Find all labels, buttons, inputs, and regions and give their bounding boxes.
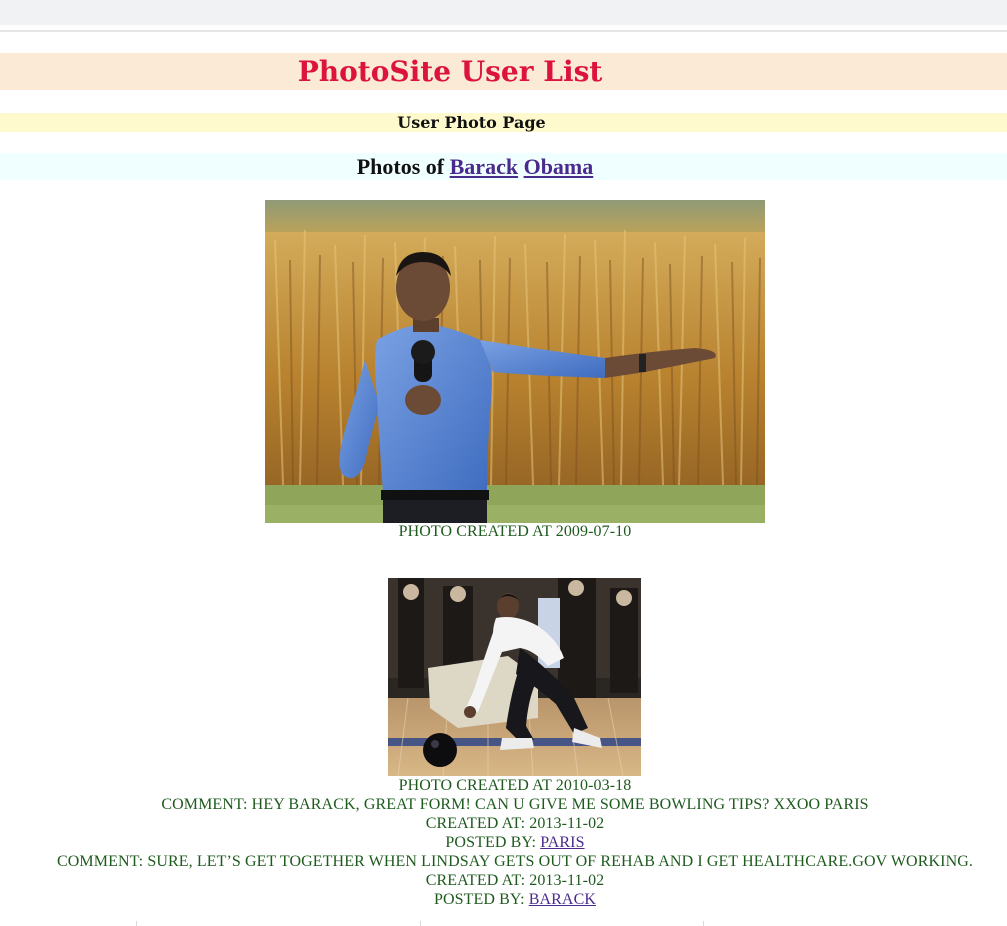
table-edge-marker (136, 921, 137, 926)
site-title-band: PhotoSite User List (0, 53, 1007, 90)
comment-text: Comment: Sure, let’s get together when L… (57, 853, 973, 870)
comment-author-link[interactable]: Paris (540, 834, 584, 851)
site-title: PhotoSite User List (297, 55, 603, 88)
comment-posted-by: Posted by: Barack (0, 890, 1007, 909)
user-photo (388, 578, 641, 776)
photo-created-date: Photo created at 2009-07-10 (398, 523, 632, 540)
page-subtitle: User Photo Page (397, 113, 546, 132)
posted-by-label: Posted by: (433, 891, 525, 908)
table-edge-marker (420, 921, 421, 926)
comment-text: Comment: Hey Barack, great form! Can u g… (161, 796, 869, 813)
comment-posted-by: Posted by: Paris (0, 833, 1007, 852)
browser-toolbar (0, 0, 1007, 25)
comment-created-date: Created at: 2013-11-02 (425, 815, 605, 832)
comment-created-date: Created at: 2013-11-02 (425, 872, 605, 889)
photo-created-date: Photo created at 2010-03-18 (398, 777, 632, 794)
user-first-name-link[interactable]: Barack (450, 154, 518, 179)
photos-heading-band: Photos of Barack Obama (0, 153, 1007, 180)
comment-author-link[interactable]: Barack (529, 891, 596, 908)
table-edge-marker (703, 921, 704, 926)
photos-of-label: Photos of (356, 154, 445, 179)
subtitle-band: User Photo Page (0, 113, 1007, 132)
posted-by-label: Posted by: (445, 834, 537, 851)
toolbar-divider (0, 30, 1007, 32)
user-photo (265, 200, 765, 523)
photos-heading: Photos of Barack Obama (0, 153, 950, 180)
user-last-name-link[interactable]: Obama (524, 154, 594, 179)
